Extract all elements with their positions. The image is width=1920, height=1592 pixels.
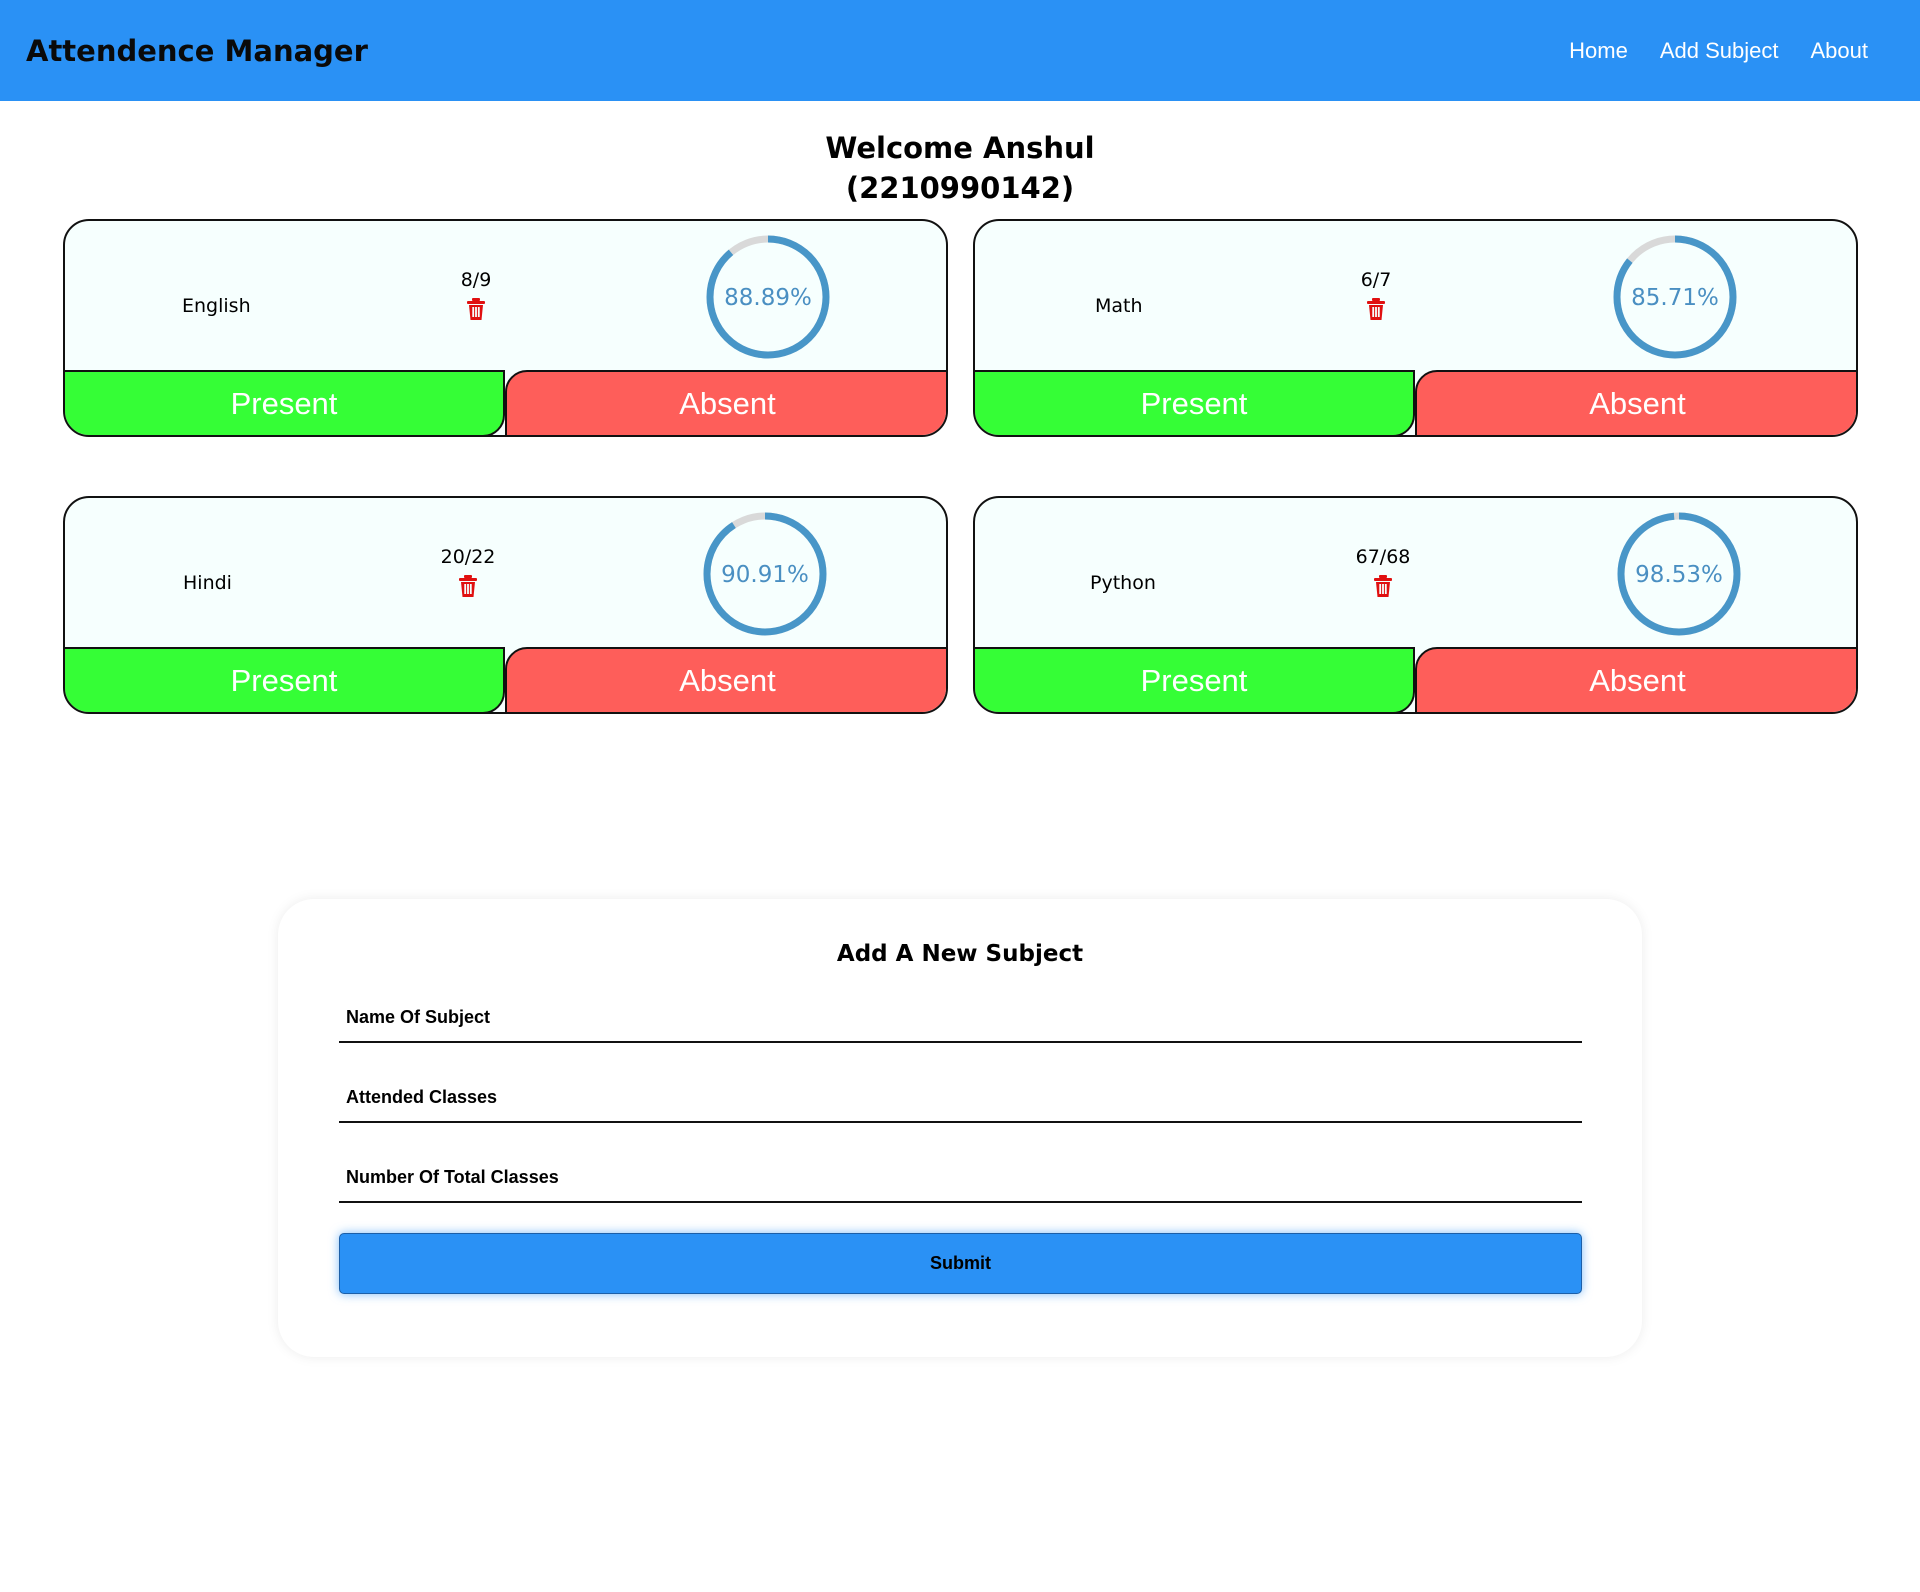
present-button[interactable]: Present: [975, 647, 1415, 712]
attendance-percent: 88.89%: [724, 285, 812, 311]
attendance-progress-ring: 85.71%: [1613, 235, 1737, 359]
attendance-ratio: 67/68: [1355, 546, 1411, 568]
present-button[interactable]: Present: [65, 647, 505, 712]
trash-icon[interactable]: [1365, 297, 1387, 321]
absent-button[interactable]: Absent: [1415, 370, 1856, 435]
absent-button[interactable]: Absent: [505, 647, 946, 712]
subject-name: English: [182, 295, 251, 317]
subject-card: Math 6/7 85.71% Present Absent: [973, 219, 1858, 437]
trash-icon[interactable]: [1372, 574, 1394, 598]
welcome-heading: Welcome Anshul (2210990142): [0, 128, 1920, 208]
attendance-percent: 90.91%: [721, 562, 809, 588]
subject-name-input[interactable]: [339, 999, 1582, 1043]
subject-name: Python: [1090, 572, 1156, 594]
attendance-progress-ring: 88.89%: [706, 235, 830, 359]
attendance-ratio: 20/22: [440, 546, 496, 568]
welcome-roll-number: (2210990142): [845, 171, 1075, 205]
attendance-ratio: 6/7: [1360, 269, 1392, 291]
total-classes-input[interactable]: [339, 1159, 1582, 1203]
nav-links: Home Add Subject About: [1569, 38, 1868, 64]
submit-button[interactable]: Submit: [339, 1233, 1582, 1294]
present-button[interactable]: Present: [975, 370, 1415, 435]
welcome-name: Welcome Anshul: [825, 131, 1095, 165]
subject-name: Math: [1095, 295, 1143, 317]
attended-classes-input[interactable]: [339, 1079, 1582, 1123]
navbar: Attendence Manager Home Add Subject Abou…: [0, 0, 1920, 101]
add-subject-form: Add A New Subject Submit: [278, 899, 1642, 1357]
attendance-progress-ring: 90.91%: [703, 512, 827, 636]
present-button[interactable]: Present: [65, 370, 505, 435]
form-title: Add A New Subject: [836, 941, 1084, 967]
subject-card: English 8/9 88.89% Present Absent: [63, 219, 948, 437]
nav-add-subject-link[interactable]: Add Subject: [1660, 38, 1779, 64]
attendance-progress-ring: 98.53%: [1617, 512, 1741, 636]
attendance-percent: 85.71%: [1631, 285, 1719, 311]
subject-card: Hindi 20/22 90.91% Present Absent: [63, 496, 948, 714]
subject-card: Python 67/68 98.53% Present Absent: [973, 496, 1858, 714]
attendance-ratio: 8/9: [460, 269, 492, 291]
nav-about-link[interactable]: About: [1811, 38, 1869, 64]
subject-name: Hindi: [183, 572, 232, 594]
trash-icon[interactable]: [457, 574, 479, 598]
absent-button[interactable]: Absent: [505, 370, 946, 435]
absent-button[interactable]: Absent: [1415, 647, 1856, 712]
app-title[interactable]: Attendence Manager: [26, 34, 368, 68]
nav-home-link[interactable]: Home: [1569, 38, 1628, 64]
trash-icon[interactable]: [465, 297, 487, 321]
attendance-percent: 98.53%: [1635, 562, 1723, 588]
